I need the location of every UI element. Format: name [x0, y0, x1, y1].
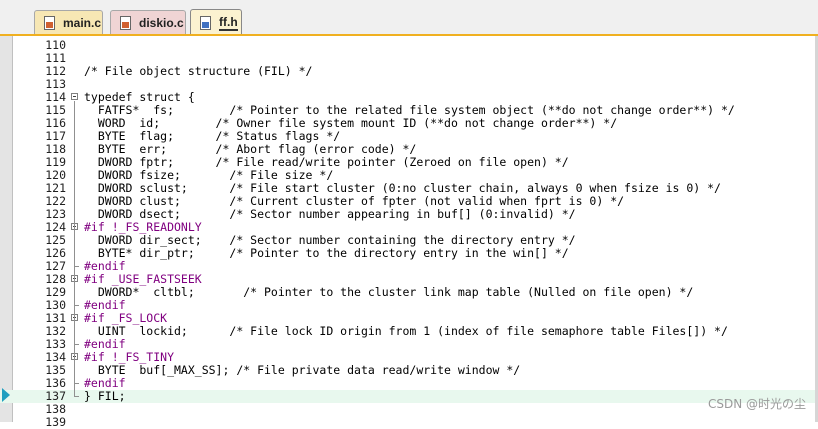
fold-end-mark: [74, 396, 79, 397]
tab-ff-h[interactable]: ff.h: [190, 9, 242, 35]
code-area[interactable]: 110 111 112/* File object structure (FIL) …: [0, 36, 818, 429]
fold-toggle-icon[interactable]: [71, 93, 78, 100]
fold-end-mark: [74, 344, 79, 345]
code-line[interactable]: 110: [0, 39, 818, 52]
code-text: /* File object structure (FIL) */: [84, 64, 313, 78]
code-text: } FIL;: [84, 389, 126, 403]
code-line[interactable]: 112/* File object structure (FIL) */: [0, 65, 818, 78]
c-file-icon: [44, 15, 55, 30]
code-text: UINT lockid; /* File lock ID origin from…: [84, 324, 728, 338]
code-text: BYTE* dir_ptr; /* Pointer to the directo…: [84, 246, 569, 260]
fold-end-mark: [74, 383, 79, 384]
code-line[interactable]: 137} FIL;: [0, 390, 818, 403]
fold-guide-line: [74, 322, 75, 344]
h-file-icon: [200, 15, 211, 30]
tab-label: main.c: [63, 15, 102, 30]
line-number: 139: [45, 415, 66, 429]
tab-diskio-c[interactable]: diskio.c: [110, 10, 186, 34]
current-line-arrow-icon: [2, 388, 10, 402]
fold-guide-line: [74, 231, 75, 266]
fold-guide-line: [74, 361, 75, 383]
fold-end-mark: [74, 305, 79, 306]
tab-main-c[interactable]: main.c: [34, 10, 103, 34]
tab-label: diskio.c: [139, 15, 184, 30]
tab-bar: main.c diskio.c ff.h: [0, 6, 818, 35]
code-editor[interactable]: 110 111 112/* File object structure (FIL) …: [0, 34, 818, 429]
c-file-icon: [120, 15, 131, 30]
watermark: CSDN @时光の尘: [707, 397, 806, 411]
tab-label: ff.h: [219, 14, 238, 31]
code-line[interactable]: 139: [0, 416, 818, 429]
fold-guide-line: [74, 283, 75, 305]
code-text: DWORD* cltbl; /* Pointer to the cluster …: [84, 285, 694, 299]
code-line[interactable]: 138: [0, 403, 818, 416]
code-text: BYTE buf[_MAX_SS]; /* File private data …: [84, 363, 521, 377]
fold-end-mark: [74, 266, 79, 267]
